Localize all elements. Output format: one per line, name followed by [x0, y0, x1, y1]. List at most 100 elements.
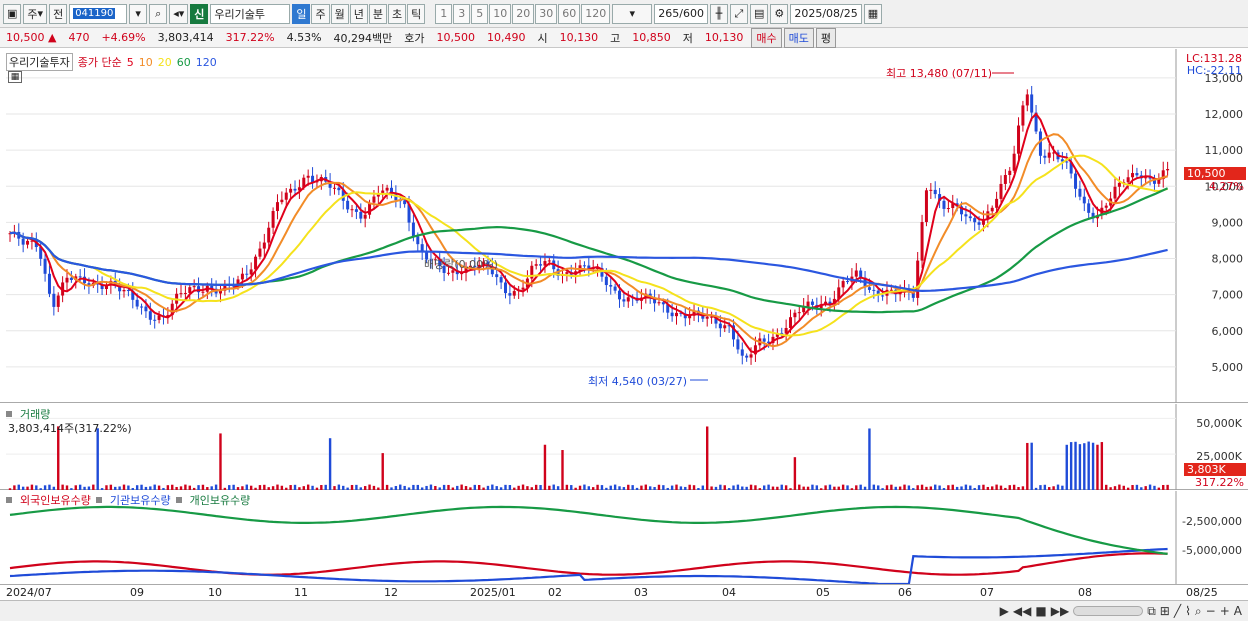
volume-bar [241, 486, 244, 490]
period-tab-3[interactable]: 년 [349, 3, 368, 24]
volume-bar [342, 485, 345, 490]
price-chart[interactable]: 13,00012,00011,00010,0009,0008,0007,0006… [0, 49, 1248, 403]
candle-type-icon[interactable]: ╫ [709, 3, 728, 24]
candle-body [618, 290, 622, 300]
volume-bar [508, 485, 512, 490]
candle-body [1166, 168, 1170, 171]
volume-bar [1069, 442, 1073, 490]
scroll-slider[interactable] [1073, 606, 1144, 616]
volume-chart[interactable] [0, 404, 1248, 490]
volume-bar [232, 484, 235, 490]
period-tab-2[interactable]: 월 [330, 3, 349, 24]
minute-tab-30[interactable]: 30 [535, 3, 558, 24]
volume-bar [135, 485, 139, 490]
volume-bar [368, 484, 371, 490]
period-tab-0[interactable]: 일 [292, 3, 311, 24]
minute-tab-10[interactable]: 10 [489, 3, 512, 24]
x-tick-label: 06 [898, 586, 912, 599]
holder-series-line-1 [9, 547, 1168, 584]
candle-body [718, 323, 722, 329]
minute-tab-1[interactable]: 1 [435, 3, 453, 24]
volume-bar [114, 486, 117, 490]
volume-bar [973, 487, 976, 490]
period-tab-6[interactable]: 틱 [407, 3, 426, 24]
view-button[interactable]: 전 [49, 3, 68, 24]
volume-bar [394, 485, 398, 490]
minute-tab-120[interactable]: 120 [581, 3, 611, 24]
forward-icon[interactable]: ▶▶ [1051, 604, 1069, 618]
save-icon[interactable]: ▤ [749, 3, 769, 24]
volume-bar [666, 487, 669, 490]
volume-bar [201, 484, 205, 490]
layout-icon[interactable]: ⧉ [1147, 604, 1156, 619]
candle-body [245, 273, 249, 275]
volume-bar [754, 485, 757, 490]
zoom-in-icon[interactable]: + [1220, 604, 1230, 618]
search-icon[interactable]: ⌕ [149, 3, 168, 24]
period-dropdown[interactable]: ▾ [612, 3, 653, 24]
candle-body [289, 188, 293, 193]
sell-button[interactable]: 매도 [783, 27, 814, 48]
bar-count-input[interactable]: 265/600 [654, 3, 708, 24]
period-tab-1[interactable]: 주 [311, 3, 330, 24]
candle-body [240, 273, 244, 280]
volume-bar [587, 486, 591, 490]
window-icon[interactable]: ▣ [3, 3, 22, 24]
volume-bar [526, 486, 529, 490]
date-input[interactable]: 2025/08/25 [790, 3, 862, 24]
volume-bar [1026, 442, 1029, 490]
volume-bar [65, 485, 69, 490]
volume-bar [30, 484, 34, 490]
minute-tab-60[interactable]: 60 [558, 3, 581, 24]
candle-body [1104, 205, 1108, 208]
stock-name-field[interactable]: 우리기술투 [210, 3, 291, 24]
period-tab-4[interactable]: 분 [368, 3, 387, 24]
volume-bar [1083, 443, 1086, 490]
volume-bar [653, 486, 656, 490]
candle-body [1126, 177, 1130, 183]
buy-button[interactable]: 매수 [751, 27, 782, 48]
volume-bar [206, 487, 209, 490]
volume-readout: 3,803,414주(317.22%) [8, 422, 132, 435]
stop-icon[interactable]: ■ [1035, 604, 1046, 618]
institution-marker [95, 497, 102, 503]
table-icon[interactable]: ▦ [8, 71, 22, 83]
volume-axis: 50,000K 25,000K 3,803K 317.22% [1180, 404, 1248, 490]
grid-icon[interactable]: ⊞ [1160, 604, 1170, 618]
x-tick-label: 02 [548, 586, 562, 599]
period-tab-5[interactable]: 초 [387, 3, 407, 24]
tool-icon[interactable]: ⌇ [1185, 604, 1191, 618]
font-size-icon[interactable]: A [1234, 604, 1242, 618]
volume-bar [271, 486, 275, 490]
volume-bar [105, 485, 108, 490]
minute-tab-5[interactable]: 5 [471, 3, 489, 24]
volume-bar [837, 486, 840, 490]
volume-bar [710, 486, 713, 490]
volume-bar [907, 485, 911, 490]
minute-tab-20[interactable]: 20 [512, 3, 535, 24]
rewind-icon[interactable]: ◀◀ [1013, 604, 1031, 618]
volume-bar [885, 485, 889, 490]
candle-body [604, 276, 608, 286]
market-select[interactable]: 주 ▾ [23, 3, 48, 24]
average-button[interactable]: 평 [815, 27, 837, 48]
volume-bar [942, 488, 946, 490]
zoom-out-icon[interactable]: − [1206, 604, 1216, 618]
dropdown-icon[interactable]: ▾ [129, 3, 148, 24]
magnifier-icon[interactable]: ⌕ [1195, 604, 1202, 619]
volume-bar [1087, 441, 1090, 490]
candle-body [280, 199, 284, 203]
volume-bar [355, 484, 358, 490]
candle-body [1038, 131, 1042, 156]
gear-icon[interactable]: ⚙ [770, 3, 789, 24]
candle-body [43, 258, 47, 274]
trend-line-icon[interactable]: ╱ [1174, 604, 1181, 618]
candle-body [271, 211, 275, 228]
calendar-icon[interactable]: ▦ [863, 3, 883, 24]
scroll-left-icon[interactable]: ▶ [1000, 604, 1009, 618]
sound-icon[interactable]: ◂▾ [169, 3, 189, 24]
volume-bar [399, 484, 402, 490]
stock-code-input[interactable]: 041190 [69, 3, 128, 24]
minute-tab-3[interactable]: 3 [453, 3, 471, 24]
draw-tool-icon[interactable]: ⤢ [729, 3, 748, 24]
